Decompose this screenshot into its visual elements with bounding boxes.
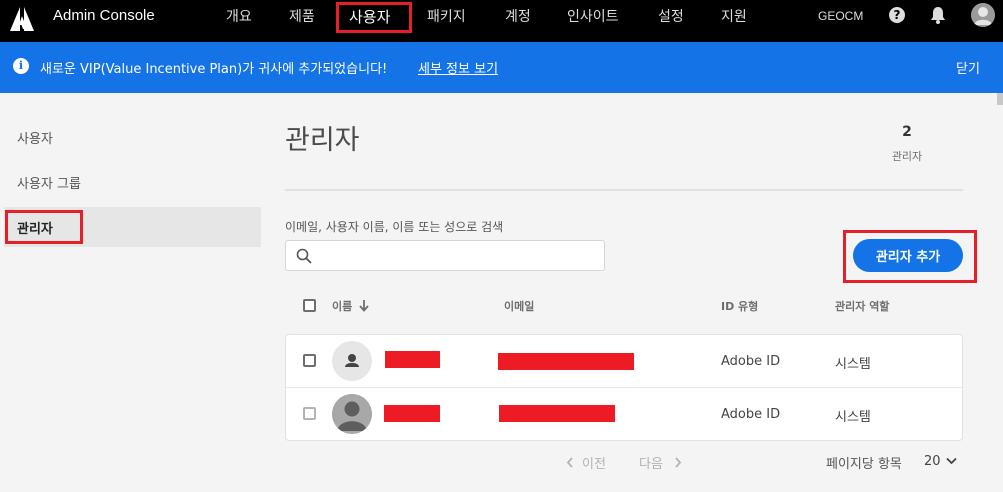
user-avatar [332, 394, 372, 434]
column-header-email[interactable]: 이메일 [504, 298, 534, 314]
notification-banner: i 새로운 VIP(Value Incentive Plan)가 귀사에 추가되… [0, 42, 1003, 93]
user-avatar[interactable] [971, 3, 995, 27]
search-icon [296, 248, 312, 264]
search-field[interactable] [285, 240, 605, 271]
items-per-page-select[interactable]: 20 [924, 454, 941, 469]
row-id-type: Adobe ID [721, 407, 781, 422]
app-title[interactable]: Admin Console [53, 7, 155, 24]
redacted-email [499, 405, 615, 422]
search-label: 이메일, 사용자 이름, 이름 또는 성으로 검색 [285, 220, 504, 234]
row-admin-role: 시스템 [835, 410, 871, 425]
nav-item-products[interactable]: 제품 [289, 6, 315, 26]
redacted-name [384, 405, 440, 422]
nav-item-insights[interactable]: 인사이트 [567, 6, 619, 26]
sidebar-item-users[interactable]: 사용자 [17, 128, 53, 147]
redacted-name [385, 351, 440, 368]
scrollbar[interactable] [997, 93, 1003, 105]
banner-message: 새로운 VIP(Value Incentive Plan)가 귀사에 추가되었습… [40, 62, 388, 77]
items-per-page-label: 페이지당 항목 [826, 457, 902, 472]
highlight-box-add-admin [843, 230, 977, 283]
prev-page-button[interactable]: 이전 [582, 453, 606, 472]
highlight-box-admins-sidebar [5, 210, 83, 244]
admin-count-value: 2 [902, 124, 912, 140]
nav-item-support[interactable]: 지원 [721, 6, 747, 26]
row-checkbox[interactable] [303, 354, 316, 367]
column-header-role[interactable]: 관리자 역할 [835, 298, 889, 314]
row-divider [286, 387, 962, 388]
sidebar-item-user-groups[interactable]: 사용자 그룹 [17, 173, 81, 192]
nav-item-account[interactable]: 계정 [505, 6, 531, 26]
help-icon[interactable]: ? [889, 7, 905, 23]
admin-count-label: 관리자 [891, 150, 923, 163]
chevron-down-icon[interactable] [946, 457, 957, 465]
row-admin-role: 시스템 [835, 357, 871, 372]
row-id-type: Adobe ID [721, 354, 781, 369]
adobe-logo-icon[interactable] [8, 5, 36, 33]
next-page-button[interactable]: 다음 [639, 453, 663, 472]
top-nav: Admin Console 개요 제품 사용자 패키지 계정 인사이트 설정 지… [0, 0, 1003, 42]
org-name[interactable]: GEOCM [818, 9, 863, 23]
banner-details-link[interactable]: 세부 정보 보기 [418, 58, 498, 77]
page-title: 관리자 [285, 125, 360, 156]
header-divider [285, 189, 963, 191]
banner-close-button[interactable]: 닫기 [956, 58, 980, 77]
nav-item-overview[interactable]: 개요 [226, 6, 252, 26]
chevron-left-icon[interactable] [566, 457, 574, 468]
chevron-right-icon[interactable] [674, 457, 682, 468]
redacted-email [498, 353, 634, 370]
row-checkbox[interactable] [303, 407, 316, 420]
search-input[interactable] [318, 245, 598, 267]
select-all-checkbox[interactable] [303, 299, 316, 312]
info-icon: i [13, 58, 29, 74]
nav-item-settings[interactable]: 설정 [658, 6, 684, 26]
sort-arrow-down-icon[interactable] [358, 299, 370, 312]
column-header-id-type[interactable]: ID 유형 [721, 298, 758, 314]
bell-icon[interactable] [930, 6, 946, 24]
column-header-name[interactable]: 이름 [332, 298, 352, 314]
nav-item-packages[interactable]: 패키지 [427, 6, 466, 26]
highlight-box-users-nav [336, 2, 412, 33]
user-avatar-placeholder [332, 341, 372, 381]
